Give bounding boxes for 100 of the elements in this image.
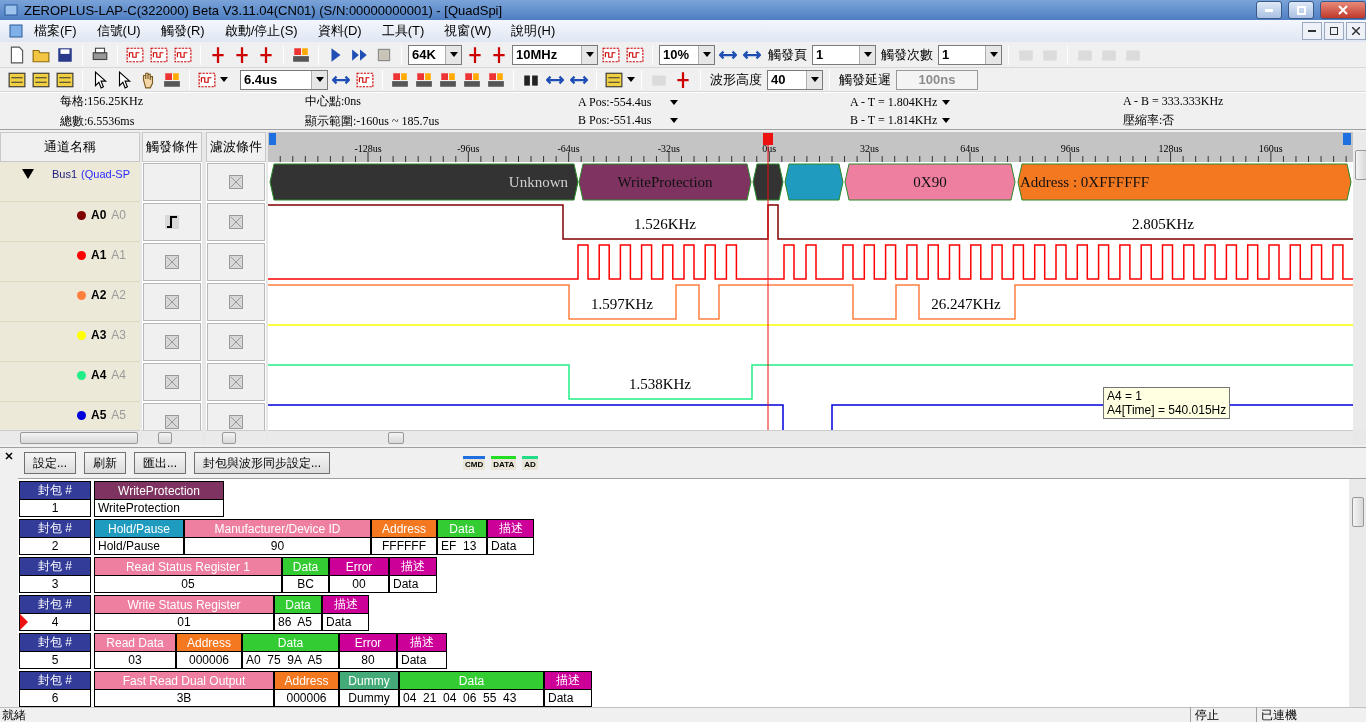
trigger-cell[interactable] — [143, 323, 201, 361]
dropdown-arrow-icon[interactable] — [627, 77, 635, 82]
bar-marker-icon[interactable] — [439, 70, 457, 89]
menu-item[interactable]: 檔案(F) — [24, 22, 87, 40]
toolbar-button[interactable]: 封包與波形同步設定... — [194, 452, 331, 474]
packet-number[interactable]: 5 — [19, 651, 91, 669]
cursor-b-marker[interactable] — [1343, 133, 1351, 145]
filter-cell[interactable] — [207, 283, 265, 321]
trigger-count-combo[interactable]: 1 — [938, 44, 1002, 65]
packet-number[interactable]: 2 — [19, 537, 91, 555]
field-header: Read Data — [94, 633, 176, 651]
trigger-cell[interactable] — [143, 283, 201, 321]
restore-button[interactable] — [1288, 1, 1314, 19]
grid-icon[interactable] — [32, 70, 50, 89]
filter-cell[interactable] — [207, 243, 265, 281]
time-per-div-combo[interactable]: 6.4us — [240, 69, 328, 90]
marker-icon[interactable] — [257, 45, 275, 64]
bar-marker-icon[interactable] — [391, 70, 409, 89]
bar-marker-icon[interactable] — [415, 70, 433, 89]
bar-marker-icon[interactable] — [487, 70, 505, 89]
column-header: 通道名稱 — [0, 132, 140, 162]
dropdown-arrow-icon[interactable] — [702, 52, 711, 57]
trigger-cell[interactable] — [143, 243, 201, 281]
restore-button[interactable] — [1324, 22, 1344, 40]
dropdown-arrow-icon[interactable] — [810, 77, 819, 82]
grid-icon[interactable] — [56, 70, 74, 89]
dropdown-arrow-icon[interactable] — [670, 118, 678, 123]
minimize-button[interactable] — [1302, 22, 1322, 40]
dropdown-arrow-icon[interactable] — [585, 52, 594, 57]
trigger-cell[interactable] — [143, 203, 201, 241]
waveform-icon[interactable] — [150, 45, 168, 64]
vertical-scrollbar[interactable] — [1349, 479, 1366, 707]
measurement-text: 每格:156.25KHz — [60, 93, 143, 110]
dropdown-arrow-icon[interactable] — [942, 100, 950, 105]
bar-chart-icon[interactable] — [163, 70, 181, 89]
close-icon — [1338, 5, 1348, 15]
packet-number[interactable]: 3 — [19, 575, 91, 593]
field-value: 80 — [339, 651, 397, 669]
save-icon[interactable] — [56, 45, 74, 64]
wave-height-combo[interactable]: 40 — [767, 69, 823, 90]
menu-item[interactable]: 工具(T) — [371, 22, 435, 40]
menu-item[interactable]: 視窗(W) — [434, 22, 502, 40]
trigger-cell[interactable] — [143, 163, 201, 201]
marker-icon[interactable] — [490, 45, 508, 64]
dropdown-arrow-icon[interactable] — [942, 118, 950, 123]
dropdown-arrow-icon[interactable] — [989, 52, 998, 57]
sample-rate-combo[interactable]: 10MHz — [512, 44, 598, 65]
filter-cell[interactable] — [207, 323, 265, 361]
filter-cell[interactable] — [207, 403, 265, 430]
trigger-cell[interactable] — [143, 403, 201, 430]
close-icon[interactable] — [5, 452, 13, 460]
packet-number[interactable]: 4 — [19, 613, 91, 631]
dropdown-arrow-icon[interactable] — [449, 52, 458, 57]
marker-icon[interactable] — [674, 70, 692, 89]
bar-chart-icon[interactable] — [292, 45, 310, 64]
marker-icon[interactable] — [233, 45, 251, 64]
filter-cell[interactable] — [207, 363, 265, 401]
grid-icon[interactable] — [8, 70, 26, 89]
dropdown-arrow-icon[interactable] — [315, 77, 324, 82]
packet-number[interactable]: 6 — [19, 689, 91, 707]
toolbar-button[interactable]: 刷新 — [84, 452, 126, 474]
marker-icon[interactable] — [466, 45, 484, 64]
menu-item[interactable]: 信號(U) — [86, 22, 151, 40]
menu-item[interactable]: 觸發(R) — [150, 22, 215, 40]
toolbar-button[interactable]: 設定... — [24, 452, 76, 474]
dropdown-arrow-icon[interactable] — [220, 77, 228, 82]
wave-height-label: 波形高度 — [709, 70, 763, 89]
close-button[interactable] — [1346, 22, 1366, 40]
packet-number[interactable]: 1 — [19, 499, 91, 517]
menu-item[interactable]: 啟動/停止(S) — [214, 22, 308, 40]
trigger-position-combo[interactable]: 10% — [659, 44, 715, 65]
trigger-cell[interactable] — [143, 363, 201, 401]
dropdown-arrow-icon[interactable] — [670, 100, 678, 105]
document-icon[interactable] — [8, 23, 24, 39]
new-file-icon[interactable] — [8, 45, 26, 64]
waveform-icon[interactable] — [174, 45, 192, 64]
expand-triangle-icon[interactable] — [22, 168, 34, 180]
menu-item[interactable]: 說明(H) — [501, 22, 566, 40]
waveform-icon[interactable] — [602, 45, 620, 64]
close-button[interactable] — [1320, 1, 1366, 19]
trigger-marker[interactable] — [763, 133, 773, 145]
frequency-label: 26.247KHz — [931, 296, 1001, 312]
vertical-scrollbar[interactable] — [1353, 132, 1366, 430]
filter-cell[interactable] — [207, 163, 265, 201]
horizontal-scrollbar[interactable] — [0, 430, 140, 445]
field-value: 03 — [94, 651, 176, 669]
waveform-icon[interactable] — [126, 45, 144, 64]
waveform-icon[interactable] — [626, 45, 644, 64]
rising-edge-icon[interactable] — [165, 215, 179, 229]
dropdown-arrow-icon[interactable] — [863, 52, 872, 57]
trigger-page-combo[interactable]: 1 — [812, 44, 876, 65]
toolbar-button[interactable]: 匯出... — [134, 452, 187, 474]
filter-cell[interactable] — [207, 203, 265, 241]
sample-depth-combo[interactable]: 64K — [408, 44, 462, 65]
waveform-icon[interactable] — [198, 70, 216, 89]
menu-item[interactable]: 資料(D) — [307, 22, 372, 40]
bar-marker-icon[interactable] — [463, 70, 481, 89]
cursor-a-marker[interactable] — [269, 133, 276, 145]
marker-icon[interactable] — [209, 45, 227, 64]
minimize-button[interactable] — [1256, 1, 1282, 19]
